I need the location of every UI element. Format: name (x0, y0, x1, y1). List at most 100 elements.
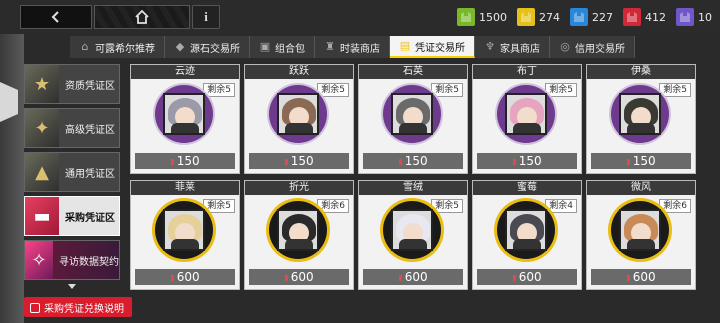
item-name: 雪绒 (359, 181, 467, 195)
shop-item-card[interactable]: 蜜莓剩余4 ▮ 600 (472, 180, 582, 290)
currency-3[interactable]: 412 (623, 7, 666, 27)
item-name: 云迹 (131, 65, 239, 79)
rarity-frame (497, 85, 555, 143)
currency-0[interactable]: 1500 (457, 7, 507, 27)
operator-portrait (391, 93, 433, 135)
operator-portrait (619, 209, 661, 251)
rarity-frame (155, 85, 213, 143)
price-value: 150 (632, 154, 656, 168)
stock-badge: 剩余4 (545, 199, 577, 213)
category-art-icon: ▬ (25, 197, 59, 235)
side-item-4[interactable]: ✧ 寻访数据契约 (24, 240, 120, 280)
portrait-body (171, 123, 199, 133)
price-value: 150 (404, 154, 428, 168)
currency-1[interactable]: 274 (517, 7, 560, 27)
price-tag: ▮ 150 (363, 153, 463, 169)
scroll-down-icon[interactable] (68, 284, 76, 289)
tab-0[interactable]: ⌂ 可露希尔推荐 (70, 36, 165, 58)
tab-label: 凭证交易所 (415, 42, 465, 54)
green-token-icon (457, 8, 475, 26)
side-item-label: 通用凭证区 (65, 168, 115, 180)
side-item-2[interactable]: ▲ 通用凭证区 (24, 152, 120, 192)
currency-4[interactable]: 10 (676, 7, 712, 27)
back-button[interactable] (20, 5, 92, 29)
category-art-icon: ★ (25, 65, 59, 103)
price-value: 600 (176, 270, 200, 284)
red-token-icon (623, 8, 641, 26)
operator-portrait (277, 93, 319, 135)
item-name: 石英 (359, 65, 467, 79)
item-name: 跃跃 (245, 65, 353, 79)
purchase-voucher-icon: ▮ (512, 272, 517, 282)
currency-2[interactable]: 227 (570, 7, 613, 27)
operator-portrait (163, 93, 205, 135)
shop-item-card[interactable]: 布丁 剩余5 ▮ 150 (472, 64, 582, 174)
item-name: 伊桑 (587, 65, 695, 79)
purple-token-icon (676, 8, 694, 26)
item-name: 折光 (245, 181, 353, 195)
currency-value: 412 (645, 10, 666, 24)
portrait-body (627, 123, 655, 133)
side-item-label: 资质凭证区 (65, 80, 115, 92)
side-item-3[interactable]: ▬ 采购凭证区 (24, 196, 120, 236)
stock-badge: 剩余6 (659, 199, 691, 213)
category-art-icon: ✦ (25, 109, 59, 147)
tab-1[interactable]: ◆ 源石交易所 (165, 36, 250, 58)
price-value: 600 (632, 270, 656, 284)
shop-item-card[interactable]: 折光 剩余6 ▮ 600 (244, 180, 354, 290)
yellow-token-icon (517, 8, 535, 26)
shop-item-card[interactable]: 雪绒 剩余5 ▮ 600 (358, 180, 468, 290)
currency-value: 274 (539, 10, 560, 24)
portrait-body (171, 239, 199, 249)
shop-item-card[interactable]: 石英 剩余5 ▮ 150 (358, 64, 468, 174)
shop-icon: ⌂ (81, 40, 89, 53)
price-value: 600 (290, 270, 314, 284)
shop-item-card[interactable]: 微风 剩余6 ▮ 600 (586, 180, 696, 290)
portrait-body (399, 239, 427, 249)
purchase-voucher-icon: ▮ (170, 272, 175, 282)
item-name: 菲莱 (131, 181, 239, 195)
purchase-voucher-icon: ▮ (626, 156, 631, 166)
shop-item-card[interactable]: 云迹 剩余5 ▮ 150 (130, 64, 240, 174)
shop-item-card[interactable]: 跃跃剩余5 ▮ 150 (244, 64, 354, 174)
rarity-frame (497, 201, 555, 259)
collapse-handle[interactable] (0, 82, 18, 122)
tab-6[interactable]: ◎ 信用交易所 (550, 36, 635, 58)
tab-2[interactable]: ▣ 组合包 (250, 36, 315, 58)
category-art-icon: ▲ (25, 153, 59, 191)
package-icon: ▣ (259, 40, 271, 53)
currency-bar: 1500 274 227 412 10 (447, 7, 712, 27)
shop-item-card[interactable]: 伊桑 剩余5 ▮ 150 (586, 64, 696, 174)
category-art-icon: ✧ (25, 241, 53, 279)
stock-badge: 剩余6 (317, 199, 349, 213)
home-button[interactable] (94, 5, 190, 29)
stock-badge: 剩余5 (317, 83, 349, 97)
rarity-frame (611, 201, 669, 259)
blue-token-icon (570, 8, 588, 26)
stock-badge: 剩余5 (203, 199, 235, 213)
item-row: 云迹 剩余5 ▮ 150 跃跃 剩余5 ▮ 150 石英 剩余5 ▮ 150 布丁 剩余5 ▮ 150 伊桑 剩余… (130, 64, 710, 174)
tab-5[interactable]: ♆ 家具商店 (475, 36, 550, 58)
item-grid: 云迹 剩余5 ▮ 150 跃跃 剩余5 ▮ 150 石英 剩余5 ▮ 150 布丁 剩余5 ▮ 150 伊桑 剩余… (130, 64, 710, 296)
side-item-1[interactable]: ✦ 高级凭证区 (24, 108, 120, 148)
price-tag: ▮ 150 (249, 153, 349, 169)
item-name: 蜜莓 (473, 181, 581, 195)
stock-badge: 剩余5 (545, 83, 577, 97)
chevron-left-icon (51, 11, 59, 23)
rarity-frame (269, 85, 327, 143)
side-item-label: 寻访数据契约 (59, 256, 119, 268)
price-tag: ▮ 150 (591, 153, 691, 169)
info-button[interactable]: i (192, 5, 220, 29)
furniture-icon: ♆ (485, 40, 495, 53)
tab-4[interactable]: ▤ 凭证交易所 (390, 36, 475, 58)
purchase-voucher-icon: ▮ (512, 156, 517, 166)
shop-item-card[interactable]: 菲莱剩余5 ▮ 600 (130, 180, 240, 290)
operator-portrait (277, 209, 319, 251)
side-item-0[interactable]: ★ 资质凭证区 (24, 64, 120, 104)
price-tag: ▮ 600 (477, 269, 577, 285)
exchange-info-button[interactable]: 采购凭证兑换说明 (24, 297, 132, 317)
tab-3[interactable]: ♜ 时装商店 (315, 36, 390, 58)
shop-tabs: ⌂ 可露希尔推荐 ◆ 源石交易所 ▣ 组合包 ♜ 时装商店 ▤ 凭证交易所 ♆ 家具商店 ◎ 信用交易所 (70, 36, 635, 58)
portrait-body (399, 123, 427, 133)
price-tag: ▮ 600 (135, 269, 235, 285)
